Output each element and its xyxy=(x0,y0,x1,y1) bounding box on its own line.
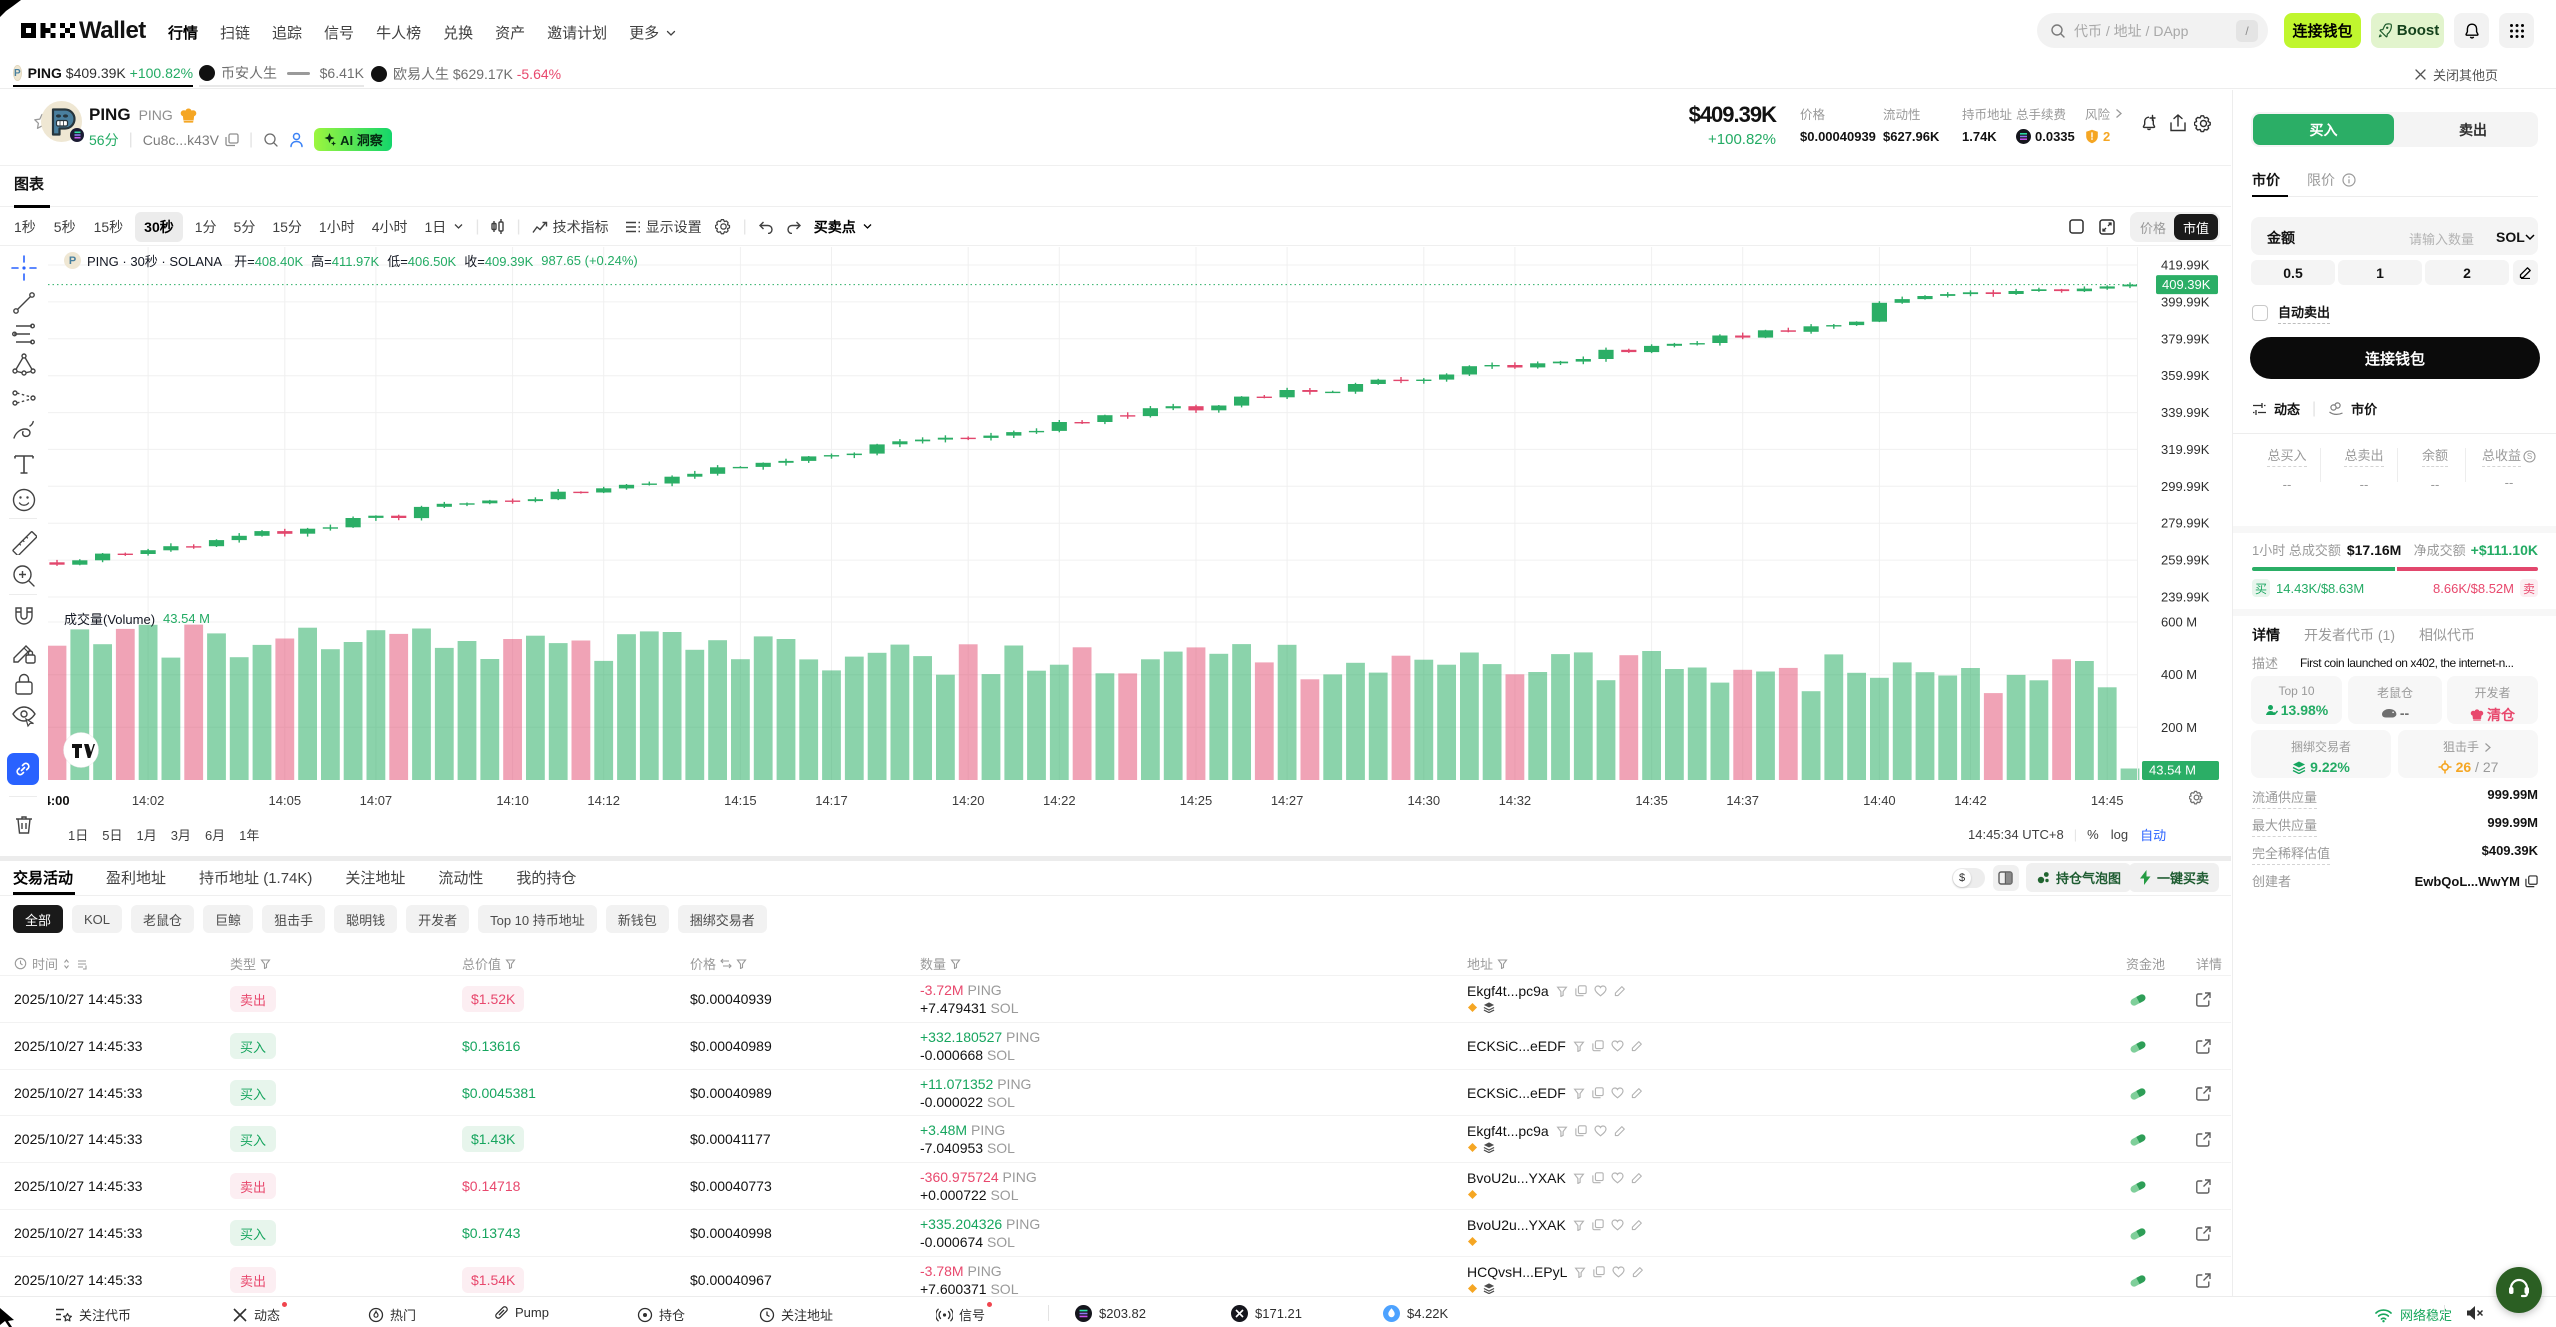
svg-text:419.99K: 419.99K xyxy=(2161,258,2210,273)
svg-text:14:27: 14:27 xyxy=(1271,793,1304,808)
svg-text:14:02: 14:02 xyxy=(132,793,165,808)
svg-text:14:35: 14:35 xyxy=(1635,793,1668,808)
svg-text:339.99K: 339.99K xyxy=(2161,405,2210,420)
svg-text:14:10: 14:10 xyxy=(496,793,529,808)
svg-text:200 M: 200 M xyxy=(2161,720,2197,735)
svg-text:14:12: 14:12 xyxy=(587,793,620,808)
svg-text:400 M: 400 M xyxy=(2161,667,2197,682)
svg-text:14:25: 14:25 xyxy=(1180,793,1213,808)
svg-text:399.99K: 399.99K xyxy=(2161,294,2210,309)
svg-text:259.99K: 259.99K xyxy=(2161,553,2210,568)
svg-text:14:30: 14:30 xyxy=(1408,793,1441,808)
svg-text:S: S xyxy=(2527,452,2532,461)
svg-text:14:17: 14:17 xyxy=(815,793,848,808)
svg-text:43.54 M: 43.54 M xyxy=(2149,763,2196,778)
svg-text:14:15: 14:15 xyxy=(724,793,757,808)
svg-text:14:05: 14:05 xyxy=(269,793,302,808)
svg-text:14:32: 14:32 xyxy=(1499,793,1532,808)
svg-text:14:37: 14:37 xyxy=(1726,793,1759,808)
svg-text:319.99K: 319.99K xyxy=(2161,442,2210,457)
svg-text:600 M: 600 M xyxy=(2161,615,2197,630)
svg-text:299.99K: 299.99K xyxy=(2161,479,2210,494)
svg-text:14:22: 14:22 xyxy=(1043,793,1076,808)
svg-text:14:42: 14:42 xyxy=(1954,793,1987,808)
svg-text:279.99K: 279.99K xyxy=(2161,516,2210,531)
svg-text:379.99K: 379.99K xyxy=(2161,331,2210,346)
svg-text:14:40: 14:40 xyxy=(1863,793,1896,808)
svg-text:14:20: 14:20 xyxy=(952,793,985,808)
svg-text:409.39K: 409.39K xyxy=(2162,277,2211,292)
svg-text:239.99K: 239.99K xyxy=(2161,590,2210,605)
svg-text:14:45: 14:45 xyxy=(2091,793,2124,808)
svg-text:14:07: 14:07 xyxy=(360,793,393,808)
svg-text:359.99K: 359.99K xyxy=(2161,368,2210,383)
